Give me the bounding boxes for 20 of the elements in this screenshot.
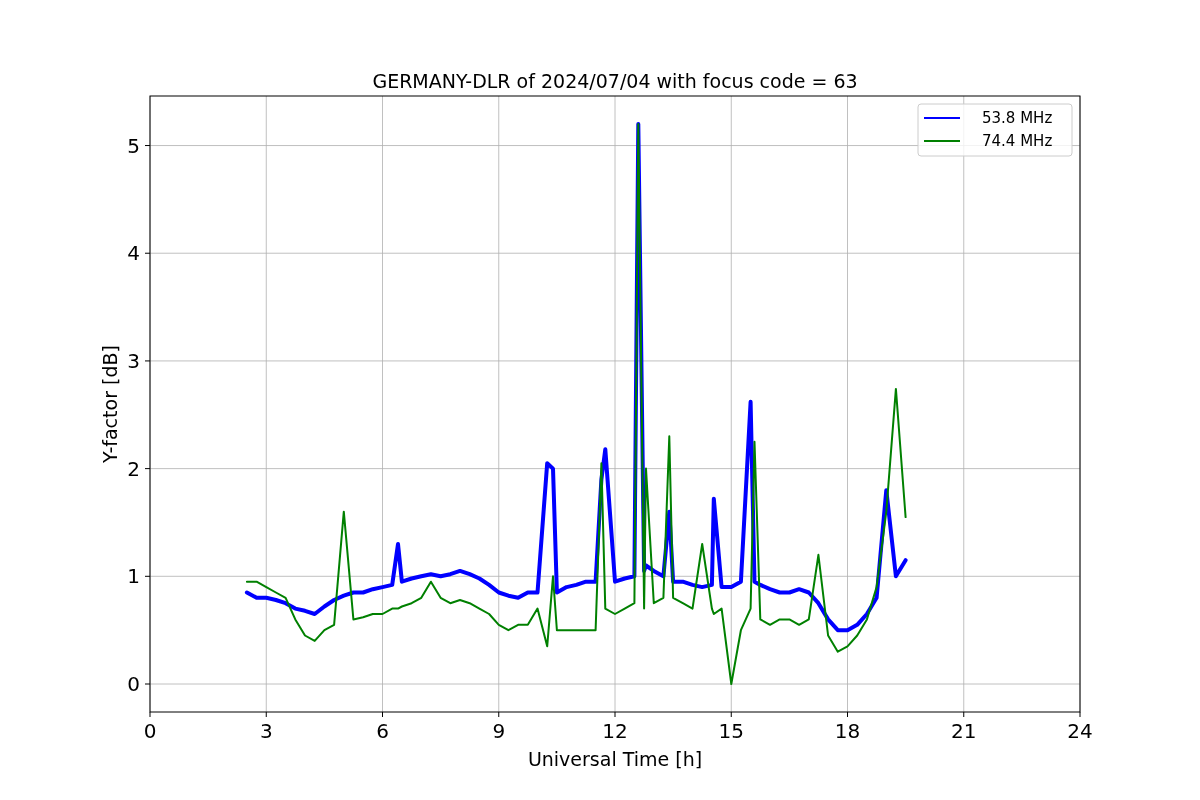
chart-title: GERMANY-DLR of 2024/07/04 with focus code = 63 [372, 70, 858, 92]
x-tick-label: 24 [1067, 719, 1093, 743]
legend-label: 74.4 MHz [982, 132, 1053, 150]
y-tick-label: 1 [127, 564, 140, 589]
x-tick-label: 9 [492, 719, 506, 743]
x-tick-label: 21 [951, 719, 977, 743]
x-tick-label: 0 [143, 719, 157, 743]
x-axis-label: Universal Time [h] [527, 748, 703, 770]
legend-label: 53.8 MHz [982, 109, 1053, 127]
y-tick-label: 2 [127, 456, 140, 481]
y-tick-label: 0 [127, 672, 140, 696]
x-tick-label: 6 [376, 719, 389, 743]
x-tick-label: 18 [834, 719, 861, 743]
x-tick-label: 15 [718, 719, 744, 743]
y-tick-label: 3 [127, 348, 140, 373]
x-tick-label: 3 [259, 719, 273, 743]
y-tick-label: 5 [127, 133, 140, 158]
y-tick-label: 4 [127, 241, 140, 266]
y-axis-label: Y-factor [dB] [99, 345, 121, 463]
x-tick-label: 12 [602, 719, 628, 743]
